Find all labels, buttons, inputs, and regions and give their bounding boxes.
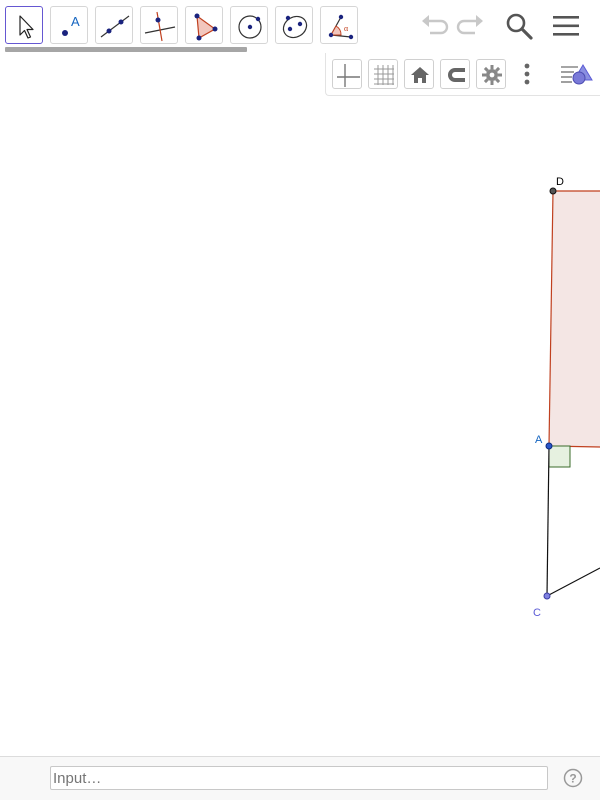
style-bar-toggle-button[interactable] [558, 59, 598, 89]
toolbar: A α [0, 0, 600, 52]
polygon-tool[interactable] [185, 6, 223, 44]
grid-icon [374, 65, 394, 85]
graphics-view[interactable]: D A C [0, 0, 600, 756]
perpendicular-line-tool[interactable] [140, 6, 178, 44]
move-tool[interactable] [5, 6, 43, 44]
style-bar-toggle-icon [561, 64, 593, 85]
ellipse-icon [282, 15, 308, 39]
conic-tool[interactable] [275, 6, 313, 44]
menu-icon [553, 16, 579, 36]
show-grid-button[interactable] [368, 59, 398, 89]
svg-text:α: α [344, 24, 349, 33]
redo-button[interactable] [455, 10, 487, 42]
point-icon: A [62, 14, 80, 36]
angle-icon: α [328, 14, 354, 40]
label-D: D [556, 176, 564, 188]
svg-text:?: ? [569, 772, 576, 786]
redo-icon [456, 15, 483, 35]
point-D[interactable] [549, 187, 557, 195]
line-icon [100, 15, 130, 38]
magnet-icon [448, 68, 465, 82]
search-button[interactable] [503, 10, 535, 42]
standard-view-button[interactable] [404, 59, 434, 89]
gear-icon [482, 65, 502, 85]
settings-button[interactable] [476, 59, 506, 89]
polygon-icon [194, 13, 218, 41]
label-C: C [533, 607, 541, 619]
point-C[interactable] [543, 592, 551, 600]
point-A[interactable] [545, 442, 553, 450]
angle-tool[interactable]: α [320, 6, 358, 44]
cursor-arrow-icon [19, 15, 34, 39]
search-icon [506, 13, 533, 40]
more-vertical-icon [524, 63, 530, 85]
line-tool[interactable] [95, 6, 133, 44]
help-button[interactable]: ? [563, 768, 583, 788]
undo-button[interactable] [418, 10, 450, 42]
style-bar [325, 53, 600, 96]
segment-C-right[interactable] [546, 567, 600, 597]
point-tool[interactable]: A [50, 6, 88, 44]
show-axes-button[interactable] [332, 59, 362, 89]
menu-button[interactable] [550, 10, 582, 42]
label-A: A [535, 434, 543, 446]
right-angle-marker [548, 445, 571, 468]
perpendicular-line-icon [144, 11, 176, 42]
undo-icon [422, 15, 449, 35]
toolbar-scrollbar[interactable] [5, 47, 247, 52]
home-icon [411, 67, 429, 83]
svg-text:A: A [71, 14, 80, 29]
algebra-input-field[interactable] [50, 766, 548, 790]
square-polygon[interactable] [549, 191, 600, 447]
input-bar: ? [0, 756, 600, 800]
point-capturing-button[interactable] [440, 59, 470, 89]
axes-icon [337, 64, 360, 87]
more-options-button[interactable] [512, 59, 542, 89]
segment-AC[interactable] [546, 445, 550, 597]
circle-icon [238, 15, 262, 39]
circle-center-point-tool[interactable] [230, 6, 268, 44]
help-icon: ? [563, 768, 583, 788]
